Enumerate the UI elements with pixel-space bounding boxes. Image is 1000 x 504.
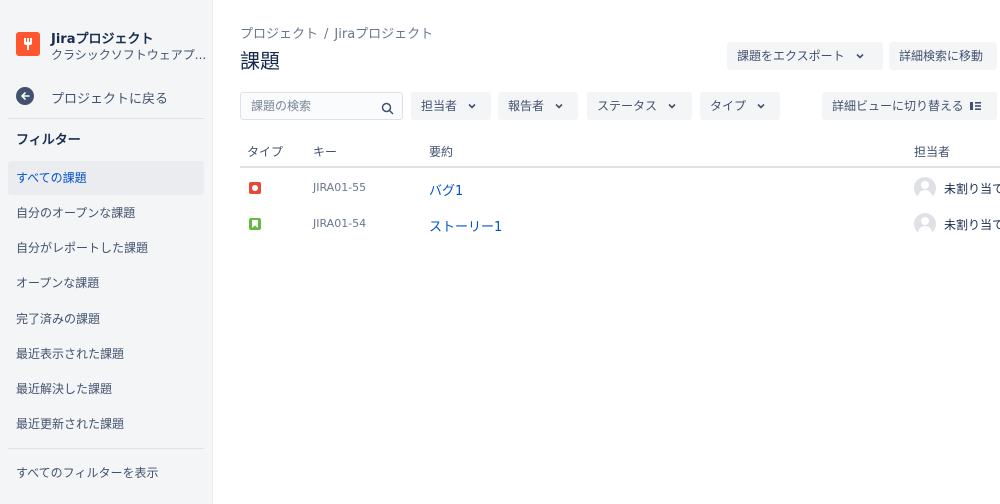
table-row[interactable]: JIRA01-54 ストーリー1 未割り当て — [240, 206, 1000, 242]
sidebar-item-all-issues[interactable]: すべての課題 — [8, 161, 204, 195]
status-filter-label: ステータス — [597, 99, 658, 113]
breadcrumb-projects[interactable]: プロジェクト — [240, 27, 318, 42]
story-icon — [249, 218, 261, 230]
project-header[interactable]: Jiraプロジェクト クラシックソフトウェアプ... — [16, 26, 206, 66]
divider — [8, 118, 204, 119]
view-all-filters-link[interactable]: すべてのフィルターを表示 — [8, 456, 204, 490]
issue-summary[interactable]: ストーリー1 — [429, 216, 502, 235]
chevron-down-icon — [756, 93, 766, 121]
project-name: Jiraプロジェクト — [51, 32, 154, 47]
chevron-down-icon — [467, 93, 477, 121]
breadcrumb-separator: / — [324, 27, 329, 42]
detail-view-label: 詳細ビューに切り替える — [832, 99, 964, 113]
sidebar-item-recently-viewed[interactable]: 最近表示された課題 — [8, 337, 204, 371]
chevron-down-icon — [554, 93, 564, 121]
column-header-assignee[interactable]: 担当者 — [914, 143, 950, 160]
sidebar-item-done-issues[interactable]: 完了済みの課題 — [8, 302, 204, 336]
project-logo-icon — [16, 32, 40, 56]
sidebar: Jiraプロジェクト クラシックソフトウェアプ... プロジェクトに戻る フィル… — [0, 0, 213, 504]
column-header-type[interactable]: タイプ — [247, 143, 283, 160]
filter-heading: フィルター — [16, 133, 81, 148]
breadcrumb-project[interactable]: Jiraプロジェクト — [334, 27, 433, 42]
back-label: プロジェクトに戻る — [51, 92, 169, 107]
assignee-name: 未割り当て — [944, 218, 1000, 232]
arrow-left-icon — [16, 87, 34, 105]
table-row[interactable]: JIRA01-55 バグ1 未割り当て — [240, 170, 1000, 206]
issue-key[interactable]: JIRA01-54 — [313, 217, 366, 230]
switch-detail-view-button[interactable]: 詳細ビューに切り替える — [822, 92, 997, 120]
issue-search-box — [240, 92, 403, 120]
search-icon[interactable] — [381, 100, 394, 119]
sidebar-item-recently-updated[interactable]: 最近更新された課題 — [8, 407, 204, 441]
issue-key[interactable]: JIRA01-55 — [313, 181, 366, 194]
status-filter[interactable]: ステータス — [587, 92, 692, 120]
avatar — [914, 177, 936, 199]
list-view-icon — [969, 93, 981, 121]
chevron-down-icon — [855, 43, 865, 71]
assignee-filter[interactable]: 担当者 — [411, 92, 491, 120]
export-label: 課題をエクスポート — [737, 49, 845, 63]
table-header-divider — [240, 166, 1000, 168]
sidebar-item-recently-resolved[interactable]: 最近解決した課題 — [8, 372, 204, 406]
back-to-projects-link[interactable]: プロジェクトに戻る — [16, 84, 196, 108]
issue-summary[interactable]: バグ1 — [429, 180, 463, 199]
assignee-name: 未割り当て — [944, 182, 1000, 196]
sidebar-item-my-open-issues[interactable]: 自分のオープンな課題 — [8, 196, 204, 230]
bug-icon — [249, 182, 261, 194]
divider — [8, 448, 204, 449]
avatar — [914, 213, 936, 235]
breadcrumb: プロジェクト / Jiraプロジェクト — [240, 23, 433, 42]
issue-search-input[interactable] — [241, 93, 376, 119]
column-header-summary[interactable]: 要約 — [429, 143, 453, 160]
advanced-search-button[interactable]: 詳細検索に移動 — [889, 42, 997, 70]
column-header-key[interactable]: キー — [313, 143, 337, 160]
export-issues-button[interactable]: 課題をエクスポート — [727, 42, 883, 70]
reporter-filter[interactable]: 報告者 — [498, 92, 578, 120]
assignee-filter-label: 担当者 — [421, 99, 458, 113]
reporter-filter-label: 報告者 — [508, 99, 545, 113]
type-filter-label: タイプ — [710, 99, 747, 113]
project-type: クラシックソフトウェアプ... — [51, 48, 206, 62]
sidebar-item-reported-by-me[interactable]: 自分がレポートした課題 — [8, 231, 204, 265]
chevron-down-icon — [667, 93, 677, 121]
type-filter[interactable]: タイプ — [700, 92, 780, 120]
sidebar-item-open-issues[interactable]: オープンな課題 — [8, 266, 204, 300]
page-title: 課題 — [240, 49, 280, 73]
